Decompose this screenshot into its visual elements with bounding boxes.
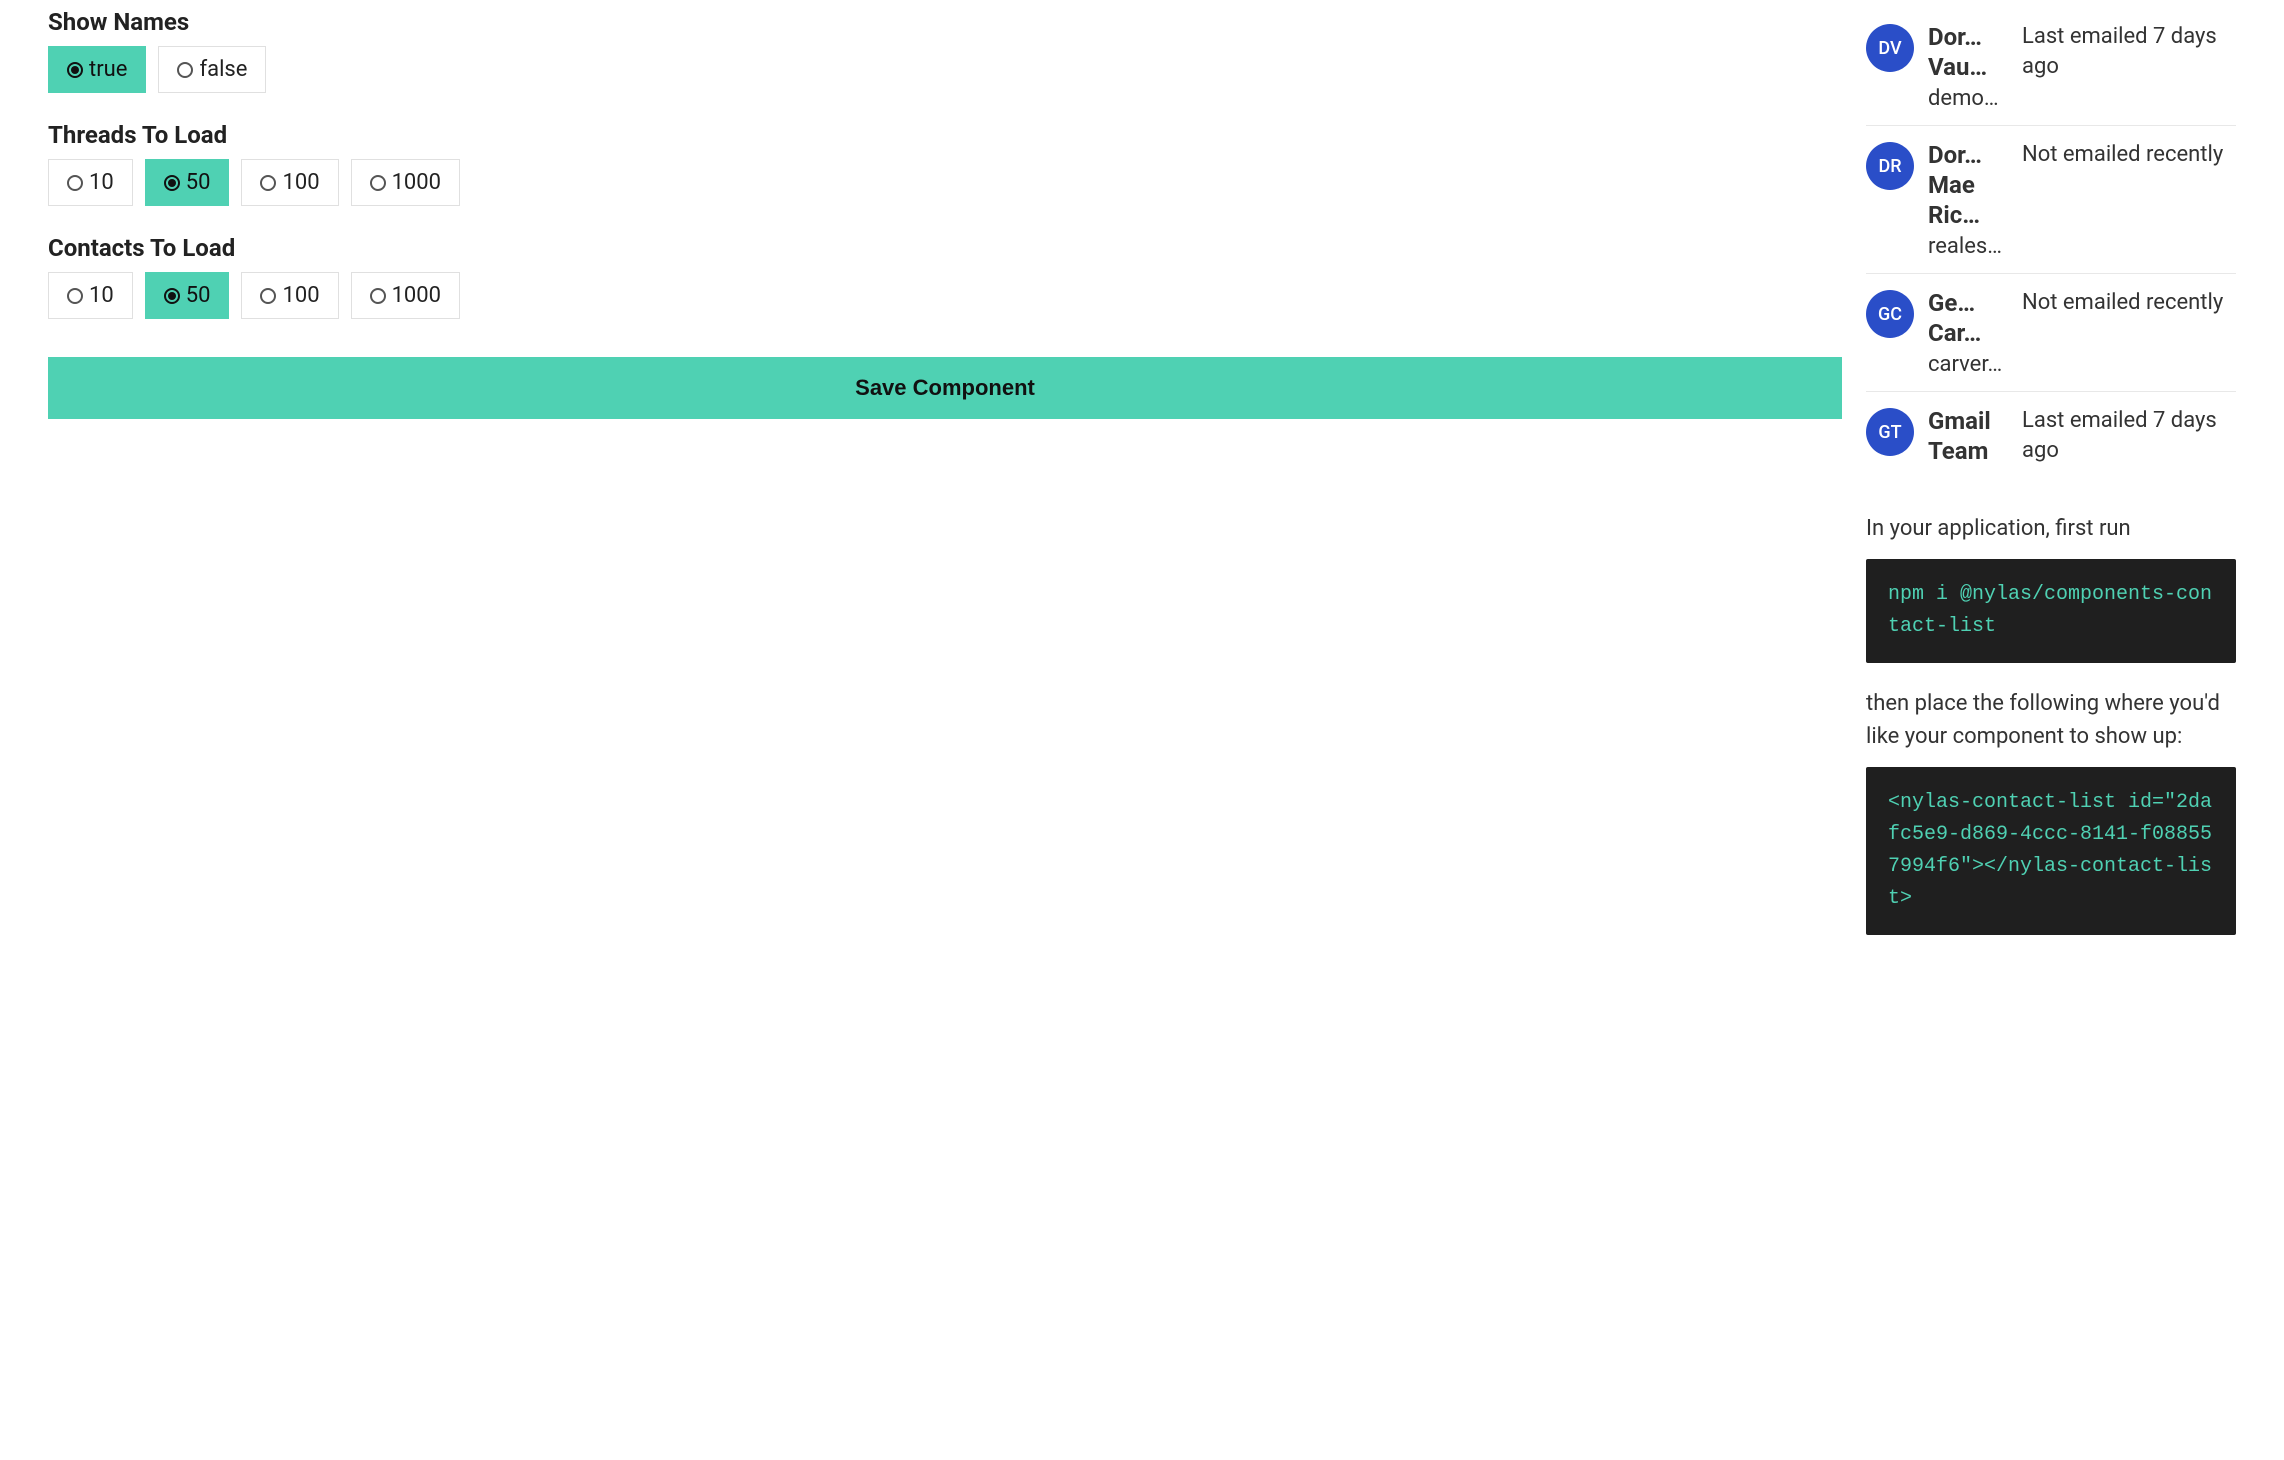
- radio-icon: [67, 175, 83, 191]
- radio-option[interactable]: 10: [48, 272, 133, 319]
- contact-list: DVDor… Vau…demo…Last emailed 7 days agoD…: [1866, 8, 2236, 480]
- radio-option-label: false: [199, 57, 247, 82]
- avatar: GT: [1866, 408, 1914, 456]
- show-names-group: Show Names true false: [48, 8, 1842, 93]
- code-block-embed: <nylas-contact-list id="2dafc5e9-d869-4c…: [1866, 767, 2236, 935]
- contact-identity: Gmail Team: [1928, 406, 2008, 466]
- radio-option-label: 50: [186, 283, 211, 308]
- radio-option-label: 10: [89, 283, 114, 308]
- contact-status: Not emailed recently: [2022, 140, 2236, 170]
- contacts-to-load-options: 10 50 100 1000: [48, 272, 1842, 319]
- contact-name: Gmail Team: [1928, 406, 2008, 466]
- avatar: DR: [1866, 142, 1914, 190]
- radio-option-label: 1000: [392, 283, 441, 308]
- radio-icon: [164, 175, 180, 191]
- contact-identity: Ge… Car… carver…: [1928, 288, 2008, 377]
- instruction-text-1: In your application, first run: [1866, 512, 2236, 545]
- contact-status: Last emailed 7 days ago: [2022, 406, 2236, 465]
- radio-option[interactable]: 1000: [351, 159, 460, 206]
- radio-option-label: 100: [282, 283, 319, 308]
- radio-option[interactable]: 100: [241, 159, 338, 206]
- radio-option-label: 100: [282, 170, 319, 195]
- radio-option-label: 1000: [392, 170, 441, 195]
- radio-option-label: 50: [186, 170, 211, 195]
- contact-name: Ge… Car…: [1928, 288, 2008, 348]
- contact-item[interactable]: DR Dor… Mae Ric… realest… Not emailed recen…: [1866, 126, 2236, 274]
- contact-identity: Dor… Vau… demo…: [1928, 22, 2008, 111]
- instruction-text-2: then place the following where you'd lik…: [1866, 687, 2236, 753]
- radio-icon: [260, 175, 276, 191]
- contact-name: Dor… Vau…: [1928, 22, 2008, 82]
- radio-icon: [260, 288, 276, 304]
- contact-item[interactable]: GT Gmail TeamLast emailed 7 days ago: [1866, 392, 2236, 480]
- settings-panel: Show Names true false Threads To Load 10 5…: [48, 8, 1842, 419]
- contact-name: Dor… Mae Ric…: [1928, 140, 2008, 230]
- preview-panel: DVDor… Vau…demo…Last emailed 7 days agoD…: [1866, 8, 2236, 935]
- radio-option-label: true: [89, 57, 127, 82]
- radio-option[interactable]: 10: [48, 159, 133, 206]
- contacts-to-load-label: Contacts To Load: [48, 234, 1842, 262]
- radio-option[interactable]: 50: [145, 272, 230, 319]
- radio-option[interactable]: false: [158, 46, 266, 93]
- show-names-options: true false: [48, 46, 1842, 93]
- radio-icon: [177, 62, 193, 78]
- contact-item[interactable]: DV Dor… Vau… demo… Last emailed 7 days ago: [1866, 8, 2236, 126]
- radio-icon: [164, 288, 180, 304]
- radio-option-label: 10: [89, 170, 114, 195]
- code-block-install: npm i @nylas/components-contact-list: [1866, 559, 2236, 663]
- radio-option[interactable]: true: [48, 46, 146, 93]
- contact-identity: Dor… Mae Ric… realest…: [1928, 140, 2008, 259]
- contact-item[interactable]: GC Ge… Car… carver… Not emailed recently: [1866, 274, 2236, 392]
- threads-to-load-label: Threads To Load: [48, 121, 1842, 149]
- radio-option[interactable]: 100: [241, 272, 338, 319]
- radio-option[interactable]: 50: [145, 159, 230, 206]
- contact-status: Last emailed 7 days ago: [2022, 22, 2236, 81]
- contact-status: Not emailed recently: [2022, 288, 2236, 318]
- contact-handle: carver…: [1928, 352, 2008, 377]
- radio-option[interactable]: 1000: [351, 272, 460, 319]
- threads-to-load-group: Threads To Load 10 50 100 1000: [48, 121, 1842, 206]
- contacts-to-load-group: Contacts To Load 10 50 100 1000: [48, 234, 1842, 319]
- avatar: GC: [1866, 290, 1914, 338]
- contact-handle: realest…: [1928, 234, 2008, 259]
- save-component-button[interactable]: Save Component: [48, 357, 1842, 419]
- radio-icon: [67, 288, 83, 304]
- avatar: DV: [1866, 24, 1914, 72]
- radio-icon: [370, 288, 386, 304]
- contact-handle: demo…: [1928, 86, 2008, 111]
- threads-to-load-options: 10 50 100 1000: [48, 159, 1842, 206]
- radio-icon: [370, 175, 386, 191]
- show-names-label: Show Names: [48, 8, 1842, 36]
- radio-icon: [67, 62, 83, 78]
